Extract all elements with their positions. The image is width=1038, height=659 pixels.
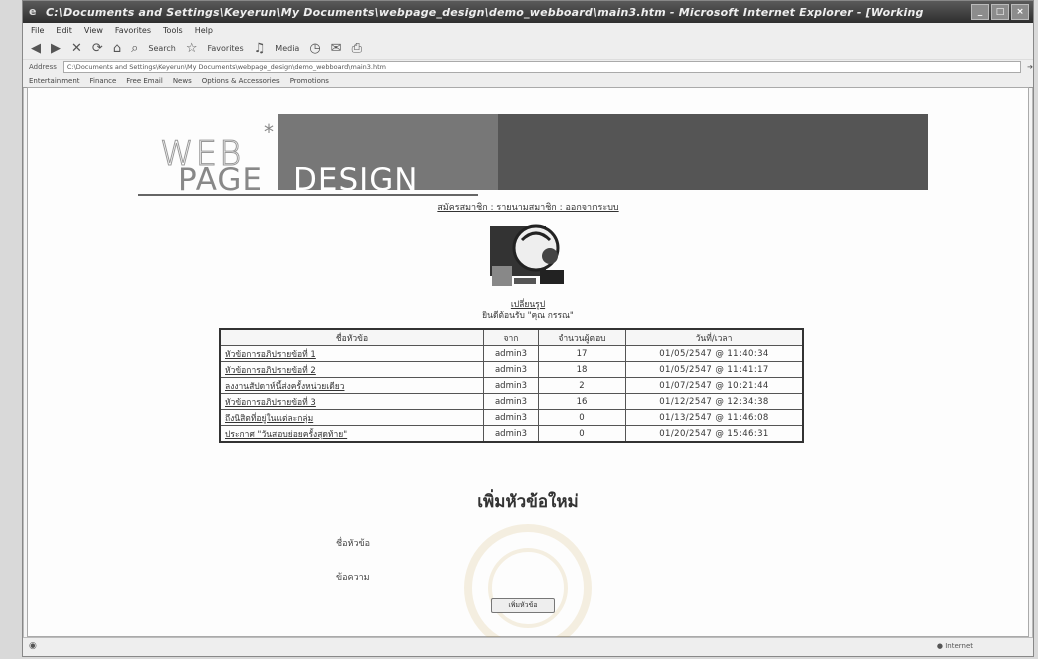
menu-bar: File Edit View Favorites Tools Help — [23, 23, 1033, 37]
welcome-block: เปลี่ยนรูป ยินดีต้อนรับ "คุณ กรรณ" — [28, 300, 1028, 322]
datetime-cell: 01/05/2547 @ 11:40:34 — [625, 345, 804, 362]
stop-icon[interactable]: ✕ — [71, 41, 82, 56]
home-icon[interactable]: ⌂ — [113, 41, 121, 56]
datetime-cell: 01/12/2547 @ 12:34:38 — [625, 393, 804, 410]
banner-page-text: PAGE — [178, 162, 263, 198]
menu-help[interactable]: Help — [195, 26, 213, 35]
menu-file[interactable]: File — [31, 26, 44, 35]
datetime-cell: 01/20/2547 @ 15:46:31 — [625, 425, 804, 443]
banner-design-text: DESIGN — [293, 162, 419, 198]
internet-explorer-icon: e — [29, 5, 37, 18]
media-icon[interactable]: ♫ — [254, 41, 266, 56]
topic-link[interactable]: หัวข้อการอภิปรายข้อที่ 2 — [219, 361, 484, 378]
table-row: ถึงนิสิตที่อยู่ในแต่ละกลุ่ม admin3 0 01/… — [219, 409, 804, 426]
link-finance[interactable]: Finance — [90, 77, 117, 85]
reply-count-cell: 18 — [538, 361, 626, 378]
banner-dark-block — [498, 114, 928, 190]
message-label: ข้อความ — [336, 573, 370, 583]
go-button-icon[interactable]: ➔ — [1027, 63, 1033, 71]
change-picture-link[interactable]: เปลี่ยนรูป — [28, 300, 1028, 311]
zone-text: Internet — [945, 642, 973, 650]
menu-favorites[interactable]: Favorites — [115, 26, 151, 35]
menu-tools[interactable]: Tools — [163, 26, 183, 35]
back-arrow-icon[interactable]: ◀ — [31, 41, 41, 56]
favorites-star-icon[interactable]: ☆ — [186, 41, 198, 56]
reply-count-cell: 16 — [538, 393, 626, 410]
table-header-row: ชื่อหัวข้อ จาก จำนวนผู้ตอบ วันที่/เวลา — [219, 328, 804, 346]
reply-count-cell: 17 — [538, 345, 626, 362]
history-icon[interactable]: ◷ — [309, 41, 320, 56]
address-input[interactable]: C:\Documents and Settings\Keyerun\My Doc… — [62, 61, 1022, 73]
reply-count-cell: 2 — [538, 377, 626, 394]
author-cell: admin3 — [483, 377, 539, 394]
author-cell: admin3 — [483, 345, 539, 362]
maximize-button[interactable]: □ — [991, 4, 1009, 20]
page-content: WEB * PAGE DESIGN สมัครสมาชิก : รายนามสม… — [27, 87, 1029, 652]
author-cell: admin3 — [483, 409, 539, 426]
link-options-accessories[interactable]: Options & Accessories — [202, 77, 280, 85]
print-icon[interactable]: ⎙ — [352, 41, 362, 56]
topic-link[interactable]: ประกาศ "วันสอบย่อยครั้งสุดท้าย" — [219, 425, 484, 443]
column-header-from: จาก — [483, 328, 539, 346]
add-topic-button[interactable]: เพิ่มหัวข้อ — [491, 598, 555, 613]
address-bar: Address C:\Documents and Settings\Keyeru… — [23, 60, 1033, 74]
table-row: ลงงานสัปดาห์นี้ส่งครั้งหน่วยเดียว admin3… — [219, 377, 804, 394]
author-cell: admin3 — [483, 425, 539, 443]
datetime-cell: 01/05/2547 @ 11:41:17 — [625, 361, 804, 378]
column-header-topic: ชื่อหัวข้อ — [219, 328, 484, 346]
media-button-label[interactable]: Media — [275, 44, 299, 53]
menu-edit[interactable]: Edit — [56, 26, 72, 35]
banner-underline — [138, 194, 478, 196]
topic-link[interactable]: หัวข้อการอภิปรายข้อที่ 1 — [219, 345, 484, 362]
status-bar: ◉ ● Internet — [23, 637, 1033, 656]
welcome-message: ยินดีต้อนรับ "คุณ กรรณ" — [482, 311, 574, 321]
reply-count-cell: 0 — [538, 425, 626, 443]
internet-zone-label: ● Internet — [937, 642, 973, 650]
mail-icon[interactable]: ✉ — [331, 41, 342, 56]
asterisk-icon: * — [264, 120, 274, 144]
address-label: Address — [29, 63, 57, 71]
link-free-email[interactable]: Free Email — [126, 77, 163, 85]
search-icon[interactable]: ⌕ — [131, 41, 138, 56]
topic-name-label: ชื่อหัวข้อ — [336, 539, 371, 549]
datetime-cell: 01/07/2547 @ 10:21:44 — [625, 377, 804, 394]
topic-link[interactable]: ลงงานสัปดาห์นี้ส่งครั้งหน่วยเดียว — [219, 377, 484, 394]
column-header-replies: จำนวนผู้ตอบ — [538, 328, 626, 346]
window-title: C:\Documents and Settings\Keyerun\My Doc… — [46, 5, 924, 19]
search-button-label[interactable]: Search — [148, 44, 175, 53]
close-button[interactable]: × — [1011, 4, 1029, 20]
topic-link[interactable]: ถึงนิสิตที่อยู่ในแต่ละกลุ่ม — [219, 409, 484, 426]
window-controls: _ □ × — [971, 4, 1029, 20]
topic-link[interactable]: หัวข้อการอภิปรายข้อที่ 3 — [219, 393, 484, 410]
refresh-icon[interactable]: ⟳ — [92, 41, 103, 56]
column-header-datetime: วันที่/เวลา — [625, 328, 804, 346]
title-bar: e C:\Documents and Settings\Keyerun\My D… — [23, 1, 1033, 23]
member-nav-links[interactable]: สมัครสมาชิก : รายนามสมาชิก : ออกจากระบบ — [28, 200, 1028, 214]
link-news[interactable]: News — [173, 77, 192, 85]
link-entertainment[interactable]: Entertainment — [29, 77, 80, 85]
table-row: หัวข้อการอภิปรายข้อที่ 3 admin3 16 01/12… — [219, 393, 804, 410]
browser-window: e C:\Documents and Settings\Keyerun\My D… — [22, 0, 1034, 657]
menu-view[interactable]: View — [84, 26, 103, 35]
webboard-table: ชื่อหัวข้อ จาก จำนวนผู้ตอบ วันที่/เวลา ห… — [219, 328, 804, 443]
table-row: หัวข้อการอภิปรายข้อที่ 1 admin3 17 01/05… — [219, 345, 804, 362]
favorites-button-label[interactable]: Favorites — [208, 44, 244, 53]
table-row: ประกาศ "วันสอบย่อยครั้งสุดท้าย" admin3 0… — [219, 425, 804, 443]
link-promotions[interactable]: Promotions — [290, 77, 329, 85]
author-cell: admin3 — [483, 393, 539, 410]
mascot-avatar-icon[interactable] — [486, 220, 570, 294]
reply-count-cell: 0 — [538, 409, 626, 426]
toolbar: ◀ ▶ ✕ ⟳ ⌂ ⌕ Search ☆ Favorites ♫ Media ◷… — [23, 37, 1033, 60]
minimize-button[interactable]: _ — [971, 4, 989, 20]
globe-icon: ● — [936, 642, 943, 650]
site-banner: WEB * PAGE DESIGN — [128, 114, 928, 198]
datetime-cell: 01/13/2547 @ 11:46:08 — [625, 409, 804, 426]
links-bar: Entertainment Finance Free Email News Op… — [23, 74, 1033, 88]
forward-arrow-icon[interactable]: ▶ — [51, 41, 61, 56]
page-status-icon: ◉ — [29, 641, 37, 651]
new-topic-heading: เพิ่มหัวข้อใหม่ — [477, 492, 579, 512]
table-row: หัวข้อการอภิปรายข้อที่ 2 admin3 18 01/05… — [219, 361, 804, 378]
author-cell: admin3 — [483, 361, 539, 378]
